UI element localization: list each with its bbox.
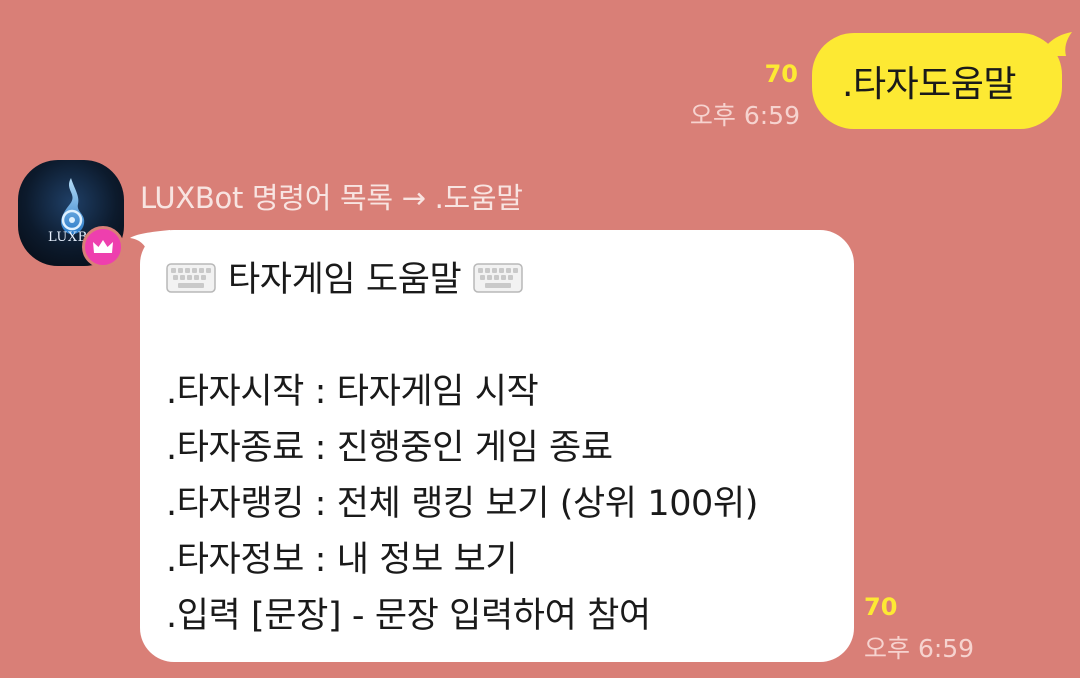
- keyboard-icon: [473, 263, 524, 293]
- outgoing-message-bubble[interactable]: .타자도움말: [812, 33, 1062, 129]
- crown-badge: [82, 226, 124, 268]
- incoming-message-text: 타자게임 도움말 .타자시작 : 타자게임 시작 .타자종료 : 진행중인 게임…: [166, 252, 846, 644]
- unread-count: 70: [764, 60, 798, 88]
- outgoing-message-text: .타자도움말: [842, 64, 1017, 105]
- crown-icon: [93, 240, 113, 253]
- message-time: 오후 6:59: [864, 634, 975, 663]
- command-line: .타자시작 : 타자게임 시작: [166, 372, 539, 412]
- command-line: .타자랭킹 : 전체 랭킹 보기 (상위 100위): [166, 484, 758, 524]
- command-line: .입력 [문장] - 문장 입력하여 참여: [166, 596, 651, 636]
- help-title-line: 타자게임 도움말: [166, 252, 846, 308]
- command-line: .타자정보 : 내 정보 보기: [166, 540, 518, 580]
- unread-count: 70: [864, 593, 898, 621]
- message-time: 오후 6:59: [689, 101, 800, 130]
- help-title: 타자게임 도움말: [228, 260, 462, 300]
- sender-name[interactable]: LUXBot 명령어 목록 → .도움말: [140, 175, 523, 217]
- keyboard-icon: [166, 263, 216, 293]
- command-line: .타자종료 : 진행중인 게임 종료: [166, 428, 613, 468]
